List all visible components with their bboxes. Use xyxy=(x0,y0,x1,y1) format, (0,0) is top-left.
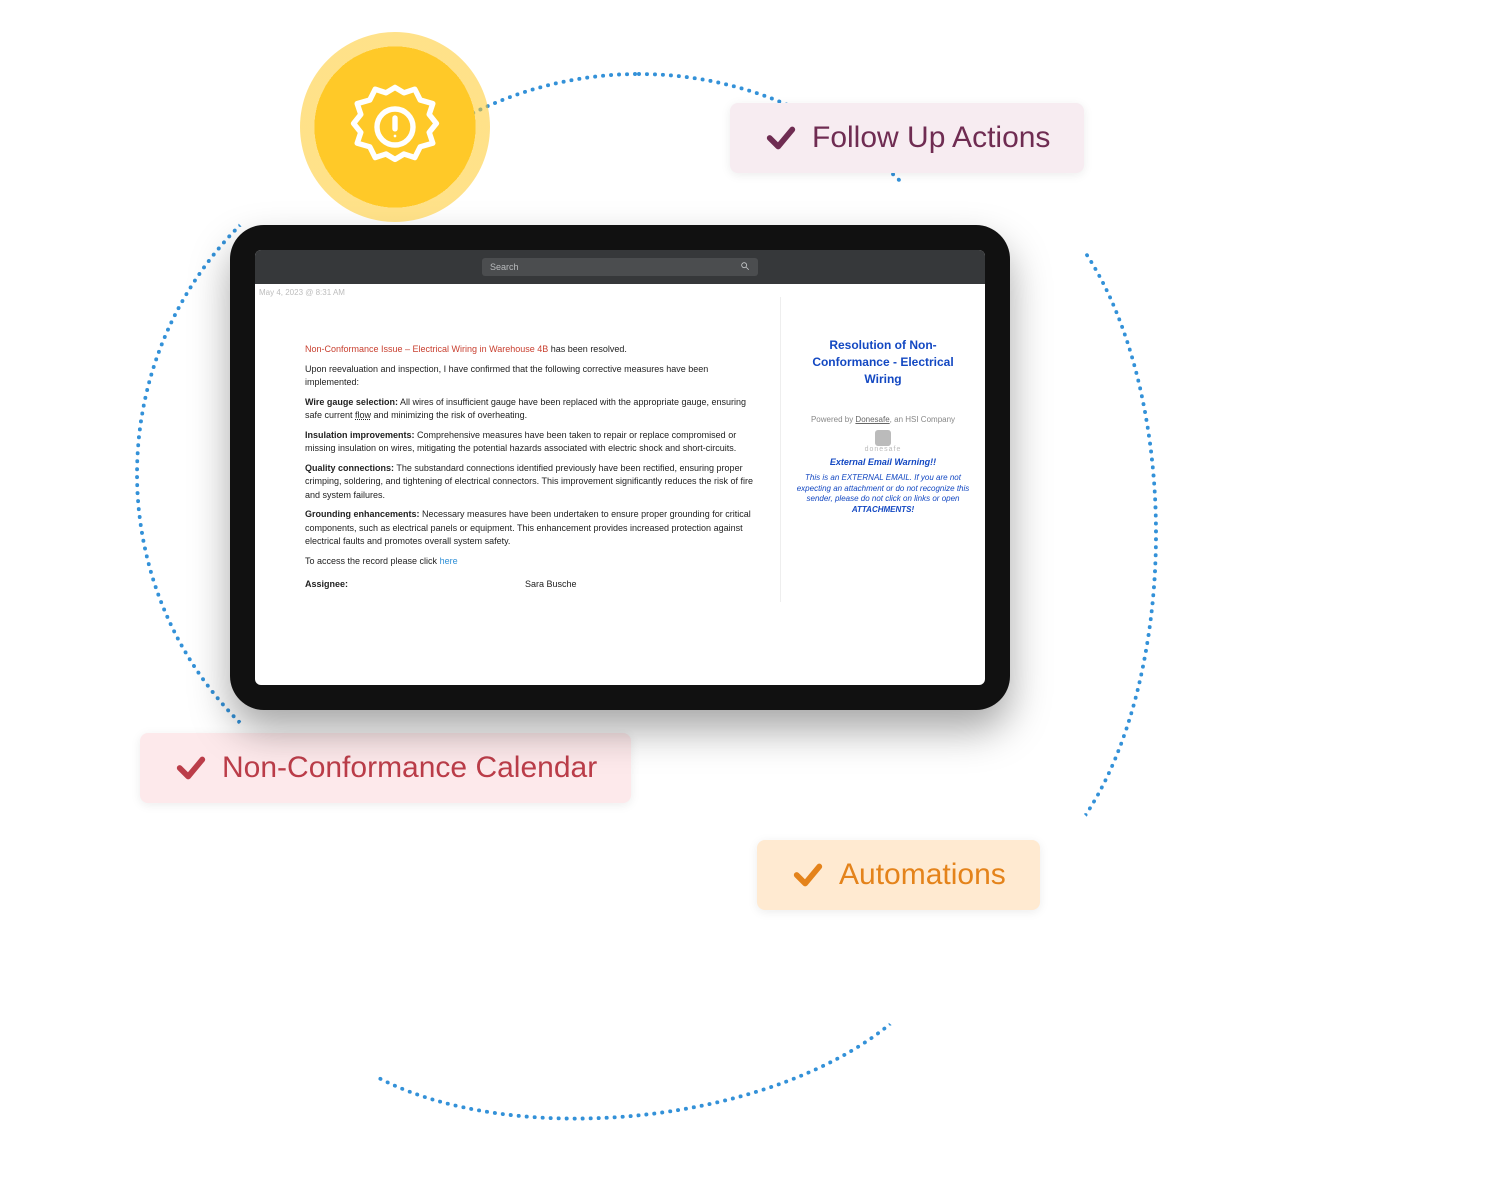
tablet-frame: Search May 4, 2023 @ 8:31 AM Non-Conform… xyxy=(230,225,1010,710)
nonconformance-calendar-label: Non-Conformance Calendar xyxy=(222,751,597,785)
followup-actions-card: Follow Up Actions xyxy=(730,103,1084,173)
automations-label: Automations xyxy=(839,858,1006,892)
attachments-word: ATTACHMENTS! xyxy=(852,505,914,514)
email-sidebar: Resolution of Non- Conformance - Electri… xyxy=(780,297,985,602)
quality-paragraph: Quality connections: The substandard con… xyxy=(305,462,760,503)
external-email-warning-body: This is an EXTERNAL EMAIL. If you are no… xyxy=(793,473,973,515)
issue-status: has been resolved. xyxy=(548,344,627,354)
wire-gauge-paragraph: Wire gauge selection: All wires of insuf… xyxy=(305,396,760,423)
email-body: Non-Conformance Issue – Electrical Wirin… xyxy=(255,297,780,602)
grounding-label: Grounding enhancements: xyxy=(305,509,420,519)
access-record-line: To access the record please click here xyxy=(305,555,760,569)
external-email-warning-title: External Email Warning!! xyxy=(793,457,973,467)
check-icon xyxy=(174,751,208,785)
issue-status-line: Non-Conformance Issue – Electrical Wirin… xyxy=(305,343,760,357)
search-icon[interactable] xyxy=(740,261,750,274)
search-placeholder: Search xyxy=(490,262,519,272)
wire-gauge-label: Wire gauge selection: xyxy=(305,397,398,407)
title-line-3: Wiring xyxy=(864,372,901,386)
check-icon xyxy=(791,858,825,892)
followup-actions-label: Follow Up Actions xyxy=(812,121,1050,155)
donesafe-link[interactable]: Donesafe xyxy=(855,415,889,424)
access-record-link[interactable]: here xyxy=(440,556,458,566)
automations-card: Automations xyxy=(757,840,1040,910)
flow-word: flow xyxy=(355,410,371,420)
access-prefix: To access the record please click xyxy=(305,556,440,566)
insulation-paragraph: Insulation improvements: Comprehensive m… xyxy=(305,429,760,456)
tablet-screen: Search May 4, 2023 @ 8:31 AM Non-Conform… xyxy=(255,250,985,685)
issue-name: Non-Conformance Issue – Electrical Wirin… xyxy=(305,344,548,354)
check-icon xyxy=(764,121,798,155)
powered-prefix: Powered by xyxy=(811,415,855,424)
assignee-value: Sara Busche xyxy=(525,578,577,592)
shield-icon xyxy=(875,430,891,446)
quality-label: Quality connections: xyxy=(305,463,394,473)
external-email-warning-prefix: This is an EXTERNAL EMAIL. If you are no… xyxy=(797,473,970,503)
wire-gauge-body-2: and minimizing the risk of overheating. xyxy=(371,410,527,420)
powered-by-line: Powered by Donesafe, an HSI Company xyxy=(793,415,973,424)
dotted-arc-bottom xyxy=(285,757,964,1151)
gear-alert-badge xyxy=(300,32,490,222)
assignee-row: Assignee: Sara Busche xyxy=(305,578,760,592)
assignee-label: Assignee: xyxy=(305,578,525,592)
search-input[interactable]: Search xyxy=(482,258,758,276)
app-topbar: Search xyxy=(255,250,985,284)
insulation-label: Insulation improvements: xyxy=(305,430,415,440)
gear-alert-icon xyxy=(350,82,440,172)
title-line-2: Conformance - Electrical xyxy=(812,355,953,369)
nonconformance-calendar-card: Non-Conformance Calendar xyxy=(140,733,631,803)
resolution-title: Resolution of Non- Conformance - Electri… xyxy=(793,337,973,387)
intro-line: Upon reevaluation and inspection, I have… xyxy=(305,363,760,390)
timestamp: May 4, 2023 @ 8:31 AM xyxy=(255,284,985,297)
title-line-1: Resolution of Non- xyxy=(829,338,936,352)
grounding-paragraph: Grounding enhancements: Necessary measur… xyxy=(305,508,760,549)
brand-small-text: donesafe xyxy=(793,446,973,453)
powered-suffix: , an HSI Company xyxy=(890,415,955,424)
